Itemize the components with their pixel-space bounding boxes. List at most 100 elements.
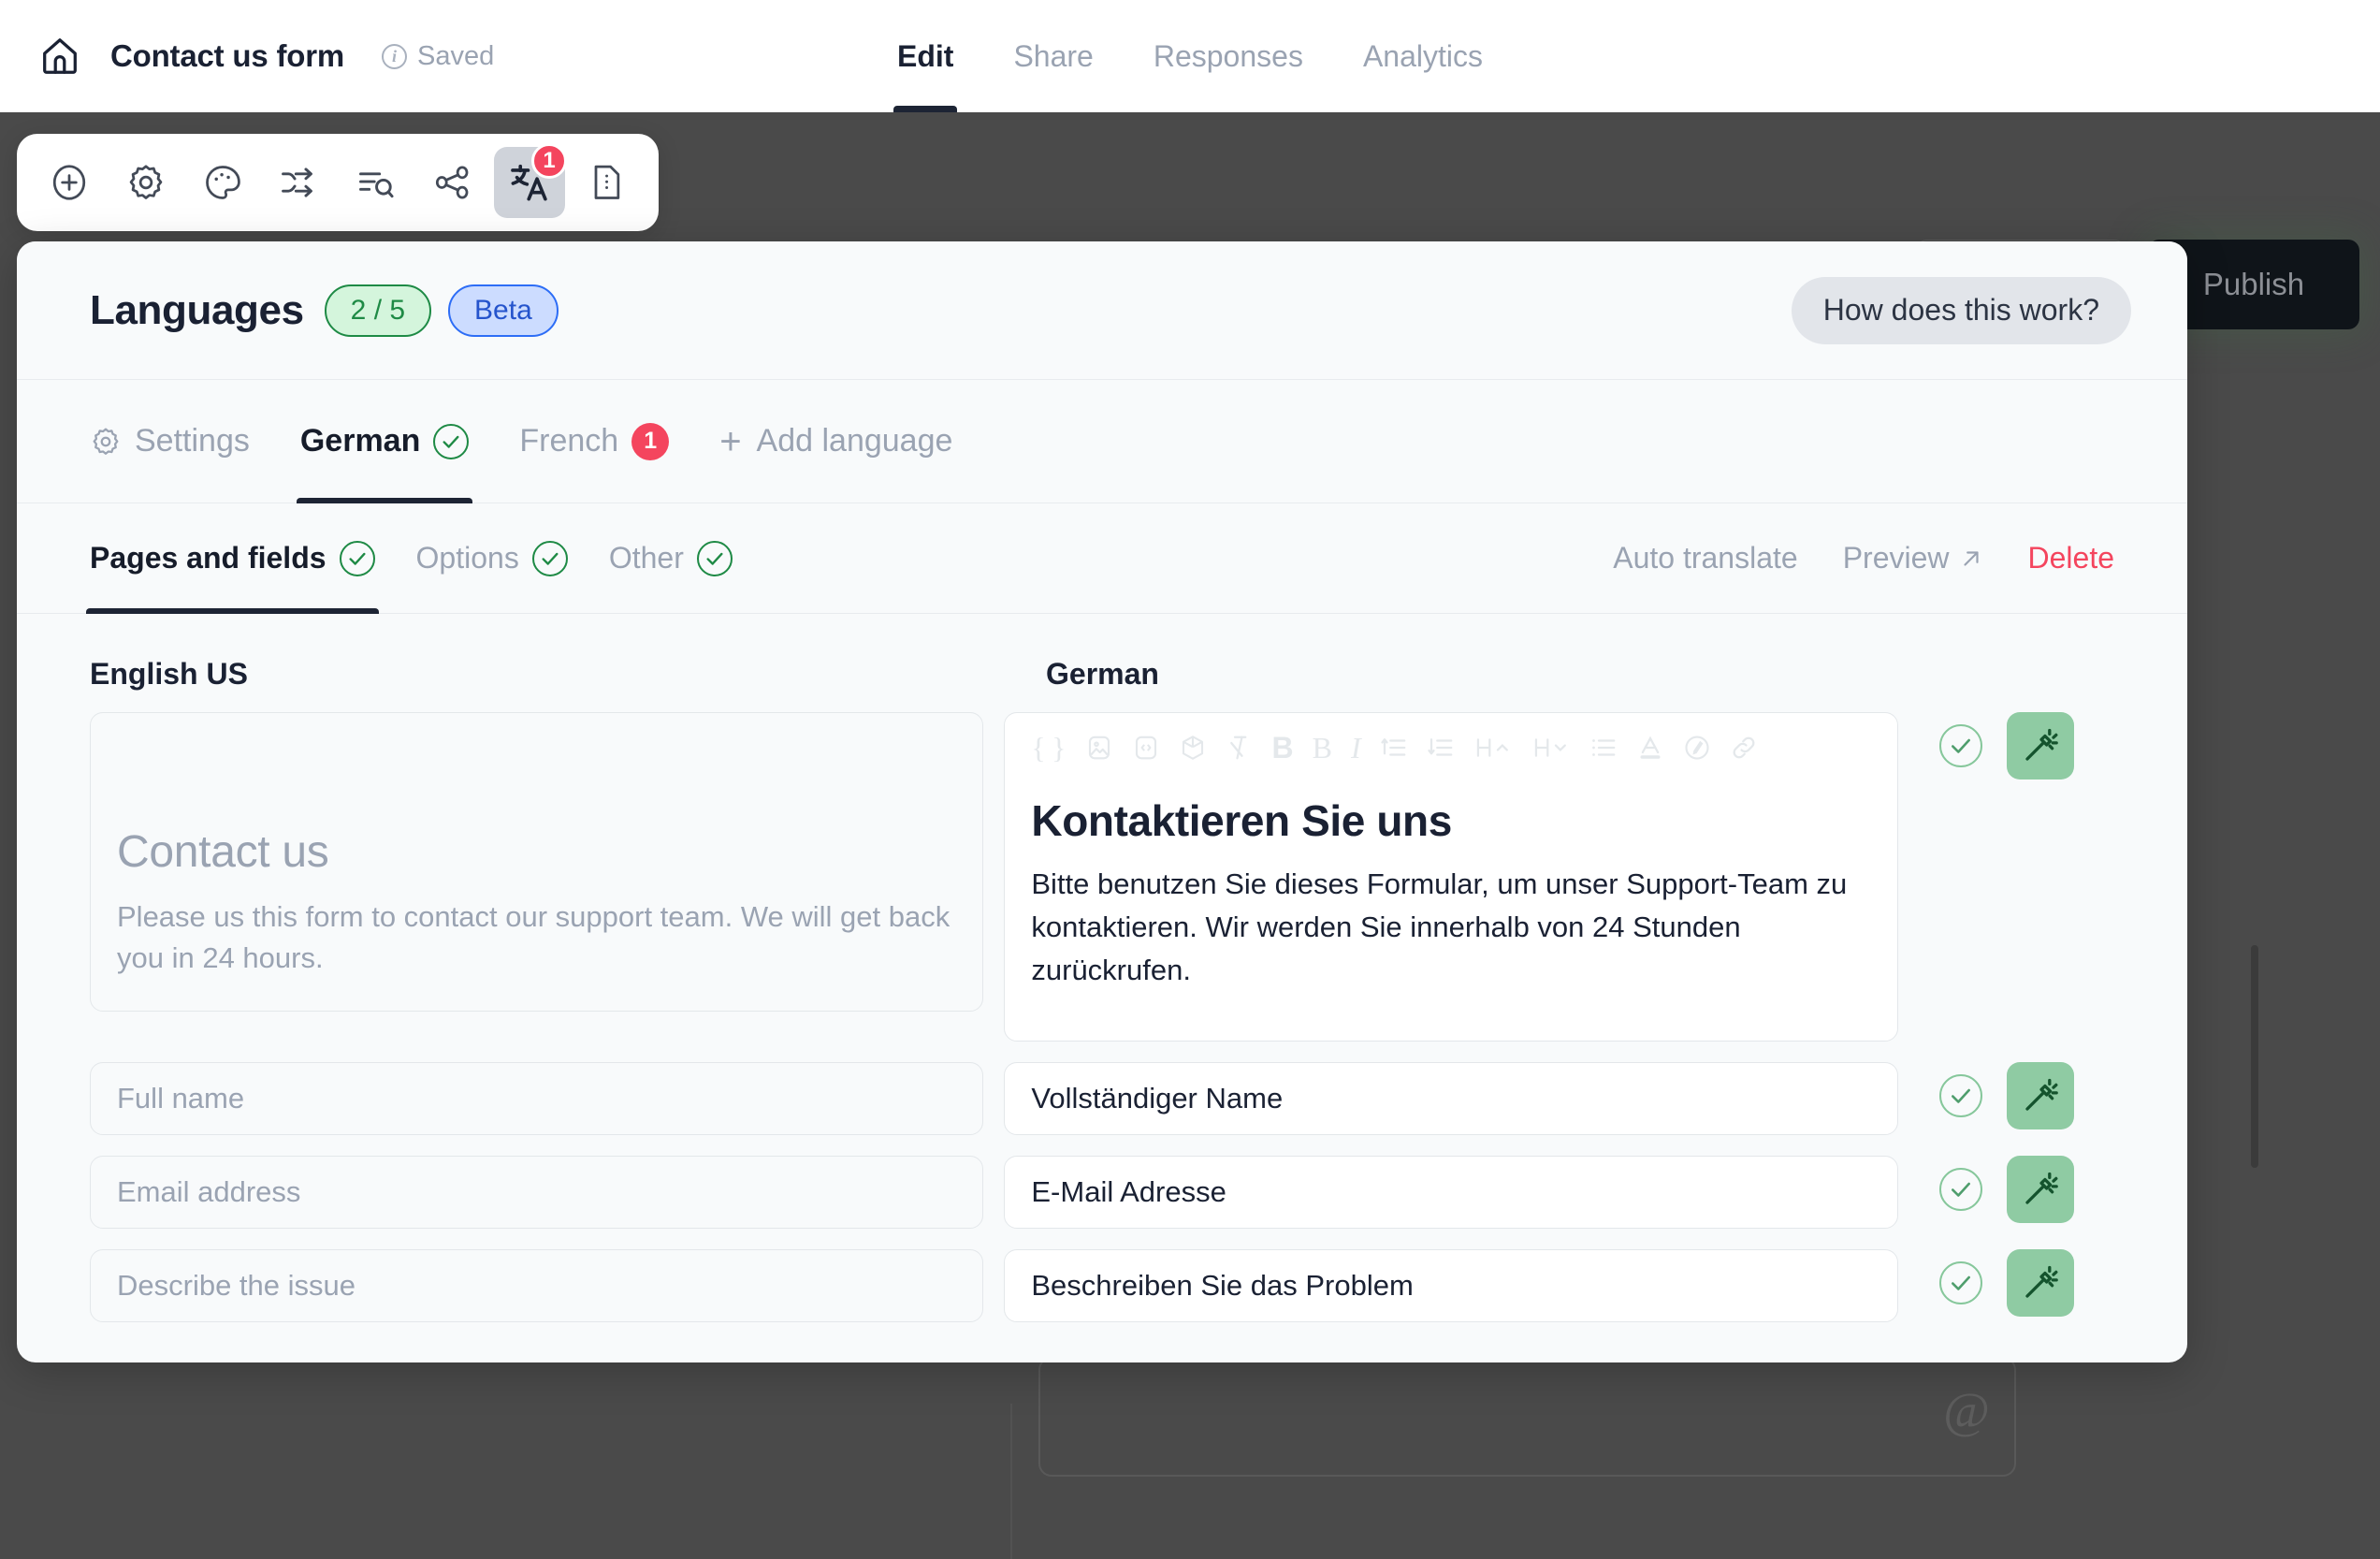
column-headers: English US German: [90, 657, 2114, 692]
add-language-label: Add language: [756, 423, 953, 459]
page-scrollbar-thumb[interactable]: [2251, 945, 2258, 1168]
language-tab-settings[interactable]: Settings: [90, 380, 250, 503]
tab-analytics[interactable]: Analytics: [1359, 0, 1487, 112]
source-field-value: Full name: [90, 1062, 984, 1135]
translation-actions: Auto translate Preview Delete: [1613, 541, 2114, 576]
rich-text-toolbar: { } B B I: [1031, 713, 1870, 782]
language-tab-german[interactable]: German: [296, 380, 472, 503]
sub-tab-other[interactable]: Other: [609, 503, 733, 614]
home-icon: [38, 35, 81, 78]
language-count-badge: 2 / 5: [324, 284, 432, 337]
clear-format-icon[interactable]: [1226, 734, 1254, 762]
at-sign-icon: @: [1943, 1382, 1990, 1438]
add-language-button[interactable]: + Add language: [719, 420, 953, 462]
bold-icon[interactable]: B: [1272, 731, 1294, 765]
magic-wand-button[interactable]: [2006, 1156, 2074, 1223]
check-circle-icon: [1938, 724, 1982, 767]
add-block-button[interactable]: [34, 147, 105, 218]
target-field-input[interactable]: Beschreiben Sie das Problem: [1004, 1249, 1898, 1322]
list-search-icon: [356, 162, 397, 203]
auto-translate-button[interactable]: Auto translate: [1613, 541, 1797, 576]
source-cell: Email address: [90, 1156, 984, 1229]
preview-translation-button[interactable]: Preview: [1843, 541, 1983, 576]
language-tab-german-label: German: [299, 423, 421, 459]
language-tab-french-label: French: [519, 423, 619, 459]
source-cell: Full name: [90, 1062, 984, 1135]
external-link-icon: [1959, 546, 1983, 571]
home-button[interactable]: [30, 26, 90, 86]
target-cell: Vollständiger Name: [1004, 1062, 1898, 1135]
highlight-icon[interactable]: [1683, 734, 1711, 762]
saved-label: Saved: [417, 40, 495, 71]
gear-icon: [125, 162, 167, 203]
source-field-value: Email address: [90, 1156, 984, 1229]
link-icon[interactable]: [1730, 734, 1758, 762]
sub-tab-pages-and-fields[interactable]: Pages and fields: [86, 503, 379, 614]
palette-icon: [202, 162, 243, 203]
target-hero-editor[interactable]: { } B B I Kontaktieren Sie uns Bitte ben…: [1004, 712, 1898, 1042]
magic-wand-button[interactable]: [2006, 1249, 2074, 1317]
translation-row: Email address E-Mail Adresse: [90, 1156, 2114, 1229]
theme-button[interactable]: [187, 147, 258, 218]
serif-b-icon[interactable]: B: [1313, 731, 1332, 765]
check-circle-icon: [339, 540, 375, 576]
pages-button[interactable]: [571, 147, 642, 218]
language-tab-french[interactable]: French 1: [519, 380, 670, 503]
tab-share[interactable]: Share: [1009, 0, 1096, 112]
source-field-value: Describe the issue: [90, 1249, 984, 1322]
target-field-input[interactable]: Vollständiger Name: [1004, 1062, 1898, 1135]
main-tabs: Edit Share Responses Analytics: [893, 0, 1487, 112]
search-fields-button[interactable]: [341, 147, 412, 218]
check-circle-icon: [433, 423, 470, 459]
list-ordered-asc-icon[interactable]: [1380, 734, 1408, 762]
logic-button[interactable]: [264, 147, 335, 218]
magic-wand-button[interactable]: [2006, 1062, 2074, 1129]
app-root: Contact us form i Saved Edit Share Respo…: [0, 0, 2380, 1559]
list-ordered-desc-icon[interactable]: [1427, 734, 1455, 762]
heading-up-icon[interactable]: [1473, 734, 1513, 762]
image-icon[interactable]: [1085, 734, 1113, 762]
translation-sub-tabs: Pages and fields Options Other Auto tran…: [17, 503, 2187, 614]
french-warning-badge: 1: [631, 422, 670, 460]
target-hero-title: Kontaktieren Sie uns: [1031, 796, 1452, 845]
sub-tab-options[interactable]: Options: [416, 503, 568, 614]
modal-title: Languages: [90, 286, 304, 333]
tab-responses[interactable]: Responses: [1150, 0, 1307, 112]
bullet-list-icon[interactable]: [1589, 734, 1618, 762]
document-title[interactable]: Contact us form: [110, 38, 344, 74]
delete-language-button[interactable]: Delete: [2028, 541, 2115, 576]
code-icon[interactable]: [1132, 734, 1160, 762]
plus-circle-icon: [49, 162, 90, 203]
heading-down-icon[interactable]: [1531, 734, 1571, 762]
source-column-label: English US: [90, 657, 248, 691]
source-cell: Describe the issue: [90, 1249, 984, 1322]
source-cell: Contact us Please us this form to contac…: [90, 712, 984, 1012]
background-email-input: @: [1038, 1357, 2016, 1477]
magic-wand-button[interactable]: [2006, 712, 2074, 780]
braces-icon[interactable]: { }: [1031, 731, 1066, 765]
sub-tab-options-label: Options: [415, 541, 519, 575]
translate-badge: 1: [531, 143, 567, 179]
target-cell: E-Mail Adresse: [1004, 1156, 1898, 1229]
translation-row: Describe the issue Beschreiben Sie das P…: [90, 1249, 2114, 1322]
sub-tab-other-label: Other: [608, 541, 684, 575]
modal-header: Languages 2 / 5 Beta How does this work?: [17, 241, 2187, 380]
target-column-label: German: [1046, 657, 1159, 691]
share-nodes-icon: [432, 162, 473, 203]
share-button[interactable]: [417, 147, 488, 218]
target-field-input[interactable]: E-Mail Adresse: [1004, 1156, 1898, 1229]
row-tools: [1898, 1156, 2114, 1223]
translate-button[interactable]: 1: [494, 143, 567, 218]
italic-icon[interactable]: I: [1351, 731, 1361, 765]
language-tabs: Settings German French 1 + Add language: [17, 380, 2187, 503]
info-circle-icon: i: [382, 43, 408, 69]
tab-edit[interactable]: Edit: [893, 0, 958, 112]
plus-icon: +: [719, 420, 742, 462]
text-color-icon[interactable]: [1636, 734, 1664, 762]
background-form-preview: @ Describe the issue: [1038, 1357, 2142, 1559]
source-hero-box: Contact us Please us this form to contac…: [90, 712, 984, 1012]
gear-icon: [90, 426, 122, 458]
how-does-this-work-button[interactable]: How does this work?: [1791, 276, 2131, 344]
settings-button[interactable]: [110, 147, 181, 218]
cube-icon[interactable]: [1179, 734, 1207, 762]
